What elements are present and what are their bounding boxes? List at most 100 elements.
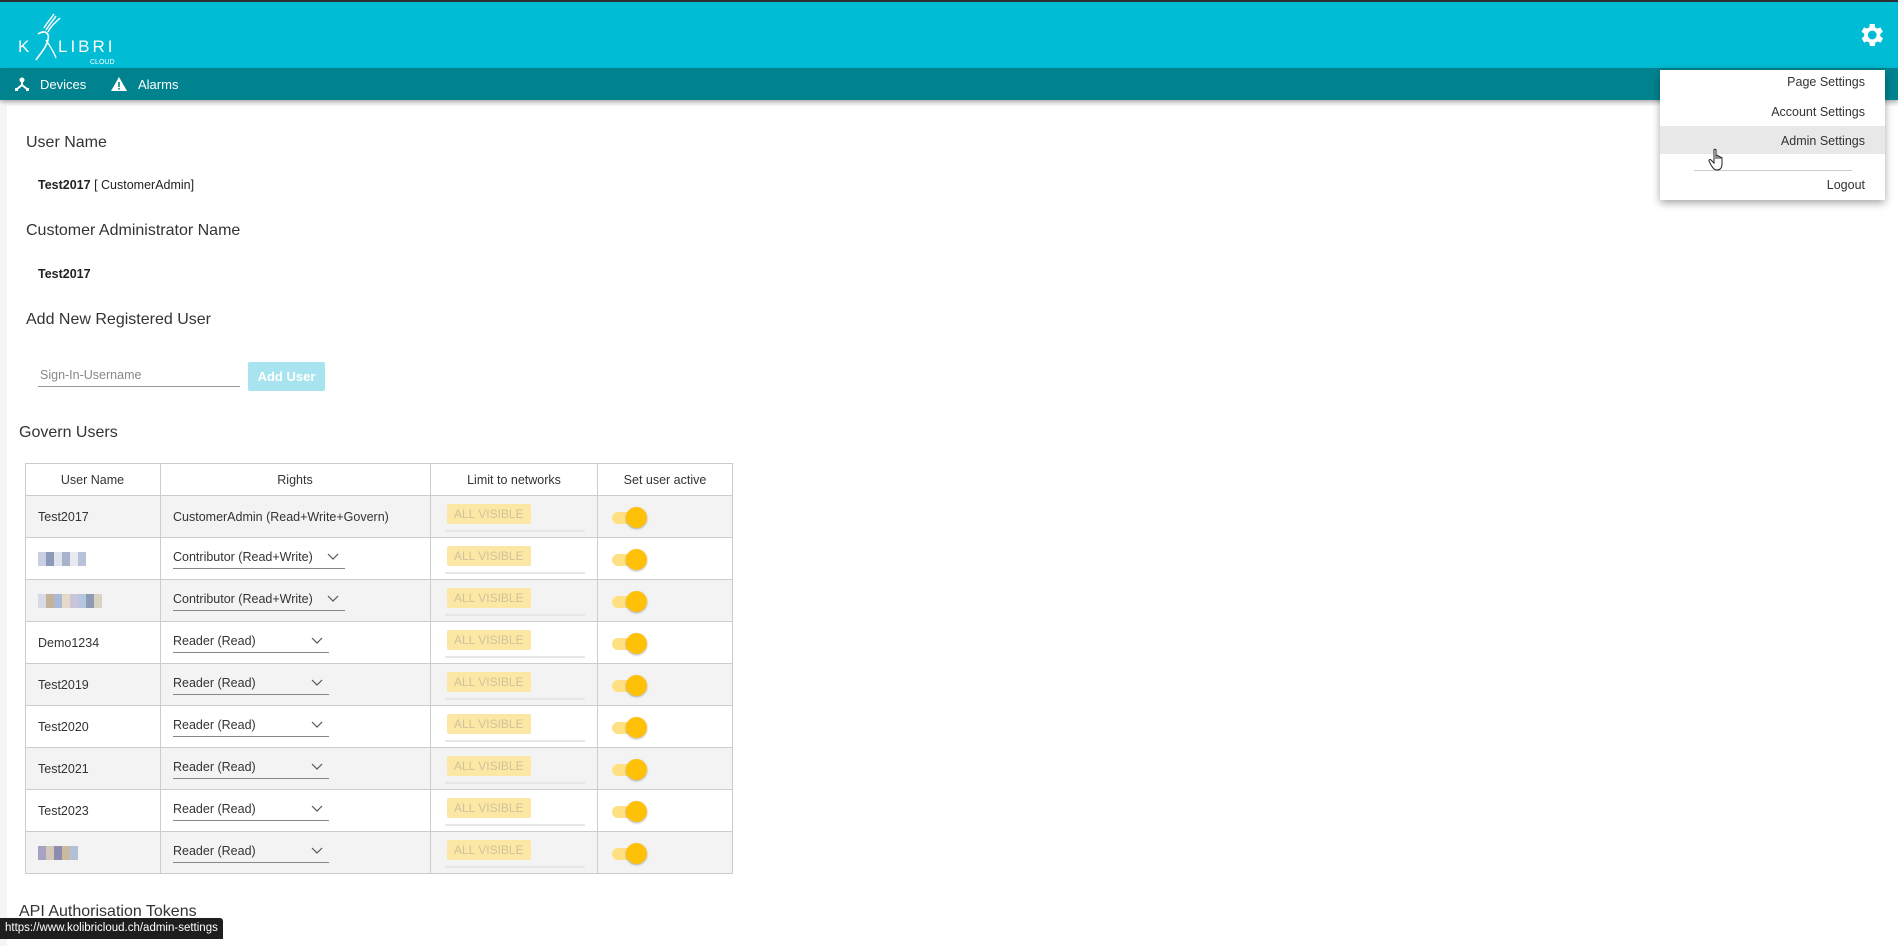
user-name-text: Test2023: [38, 803, 89, 818]
networks-chip-input[interactable]: ALL VISIBLE: [445, 586, 585, 616]
rights-select[interactable]: Reader (Read): [173, 758, 329, 779]
rights-select[interactable]: Reader (Read): [173, 800, 329, 821]
rights-select-value: Reader (Read): [173, 634, 256, 648]
rights-select-value: Contributor (Read+Write): [173, 550, 313, 564]
column-header-limit-networks: Limit to networks: [430, 463, 598, 496]
customer-admin-value: Test2017: [38, 267, 91, 281]
all-visible-chip: ALL VISIBLE: [447, 797, 531, 818]
networks-chip-input[interactable]: ALL VISIBLE: [445, 838, 585, 868]
current-user-value: Test2017 [ CustomerAdmin]: [38, 178, 194, 192]
user-name-cell: [25, 537, 161, 580]
rights-cell: Reader (Read): [160, 789, 431, 832]
user-name-text: Test2017: [38, 509, 89, 524]
add-user-button[interactable]: Add User: [248, 362, 325, 391]
table-row: Demo1234 Reader (Read) ALL VISIBLE: [25, 621, 733, 664]
chevron-down-icon: [311, 679, 323, 686]
active-cell: [597, 621, 733, 664]
top-header: K LIBRI CLOUD: [0, 0, 1898, 68]
rights-cell: Reader (Read): [160, 663, 431, 706]
nav-devices[interactable]: Devices: [14, 68, 86, 100]
networks-chip-input[interactable]: ALL VISIBLE: [445, 544, 585, 574]
active-cell: [597, 831, 733, 874]
user-active-toggle[interactable]: [612, 590, 647, 612]
all-visible-chip: ALL VISIBLE: [447, 755, 531, 776]
svg-text:CLOUD: CLOUD: [90, 59, 115, 66]
user-active-toggle[interactable]: [612, 506, 647, 528]
table-row: Test2020 Reader (Read) ALL VISIBLE: [25, 705, 733, 748]
user-name-text: Test2020: [38, 719, 89, 734]
warning-icon: [111, 77, 127, 91]
all-visible-chip: ALL VISIBLE: [447, 629, 531, 650]
toggle-knob: [626, 548, 647, 570]
menu-item-page-settings[interactable]: Page Settings: [1787, 75, 1865, 89]
toggle-knob: [626, 506, 647, 528]
networks-chip-input[interactable]: ALL VISIBLE: [445, 754, 585, 784]
networks-chip-input[interactable]: ALL VISIBLE: [445, 670, 585, 700]
rights-select-value: Reader (Read): [173, 718, 256, 732]
nav-alarms[interactable]: Alarms: [110, 68, 178, 100]
customer-admin-heading: Customer Administrator Name: [26, 222, 241, 239]
blurred-user-name: [38, 845, 78, 860]
rights-select[interactable]: Reader (Read): [173, 674, 329, 695]
networks-cell: ALL VISIBLE: [430, 495, 598, 538]
user-active-toggle[interactable]: [612, 716, 647, 738]
user-name-cell: [25, 831, 161, 874]
user-name-cell: Test2020: [25, 705, 161, 748]
table-row: Test2019 Reader (Read) ALL VISIBLE: [25, 663, 733, 706]
menu-item-logout[interactable]: Logout: [1827, 178, 1865, 192]
networks-chip-input[interactable]: ALL VISIBLE: [445, 796, 585, 826]
user-active-toggle[interactable]: [612, 758, 647, 780]
toggle-knob: [626, 716, 647, 738]
blurred-user-name: [38, 551, 86, 566]
column-header-user-name: User Name: [25, 463, 161, 496]
chevron-down-icon: [311, 763, 323, 770]
toggle-knob: [626, 758, 647, 780]
active-cell: [597, 789, 733, 832]
networks-chip-input[interactable]: ALL VISIBLE: [445, 628, 585, 658]
rights-select[interactable]: Reader (Read): [173, 716, 329, 737]
table-row: Test2023 Reader (Read) ALL VISIBLE: [25, 789, 733, 832]
rights-select[interactable]: Contributor (Read+Write): [173, 548, 345, 569]
rights-select-value: Reader (Read): [173, 802, 256, 816]
user-active-toggle[interactable]: [612, 674, 647, 696]
networks-cell: ALL VISIBLE: [430, 831, 598, 874]
rights-select[interactable]: Reader (Read): [173, 842, 329, 863]
rights-cell: Reader (Read): [160, 747, 431, 790]
network-icon: [15, 77, 29, 91]
table-row: Reader (Read) ALL VISIBLE: [25, 831, 733, 874]
kolibri-logo[interactable]: K LIBRI CLOUD: [16, 10, 126, 66]
settings-menu: Page Settings Account Settings Admin Set…: [1660, 70, 1885, 200]
networks-cell: ALL VISIBLE: [430, 579, 598, 622]
user-active-toggle[interactable]: [612, 548, 647, 570]
user-active-toggle[interactable]: [612, 632, 647, 654]
table-row: Contributor (Read+Write) ALL VISIBLE: [25, 579, 733, 622]
govern-users-table: User Name Rights Limit to networks Set u…: [25, 463, 733, 874]
sign-in-username-input[interactable]: [38, 366, 244, 384]
nav-devices-label: Devices: [40, 76, 87, 92]
toggle-knob: [626, 632, 647, 654]
user-name-text: Test2019: [38, 677, 89, 692]
networks-chip-input[interactable]: ALL VISIBLE: [445, 502, 585, 532]
table-row: Contributor (Read+Write) ALL VISIBLE: [25, 537, 733, 580]
active-cell: [597, 495, 733, 538]
menu-item-account-settings[interactable]: Account Settings: [1771, 105, 1865, 119]
networks-chip-input[interactable]: ALL VISIBLE: [445, 712, 585, 742]
active-cell: [597, 705, 733, 748]
all-visible-chip: ALL VISIBLE: [447, 503, 531, 524]
rights-select[interactable]: Contributor (Read+Write): [173, 590, 345, 611]
active-cell: [597, 537, 733, 580]
chevron-down-icon: [327, 595, 339, 602]
chevron-down-icon: [327, 553, 339, 560]
rights-cell: Contributor (Read+Write): [160, 537, 431, 580]
gear-icon[interactable]: [1856, 20, 1886, 50]
user-active-toggle[interactable]: [612, 800, 647, 822]
sign-in-username-field[interactable]: [38, 366, 244, 387]
rights-select[interactable]: Reader (Read): [173, 632, 329, 653]
menu-item-admin-settings[interactable]: Admin Settings: [1781, 134, 1865, 148]
user-name-cell: Test2023: [25, 789, 161, 832]
user-active-toggle[interactable]: [612, 842, 647, 864]
toggle-knob: [626, 800, 647, 822]
networks-cell: ALL VISIBLE: [430, 747, 598, 790]
chevron-down-icon: [311, 721, 323, 728]
networks-cell: ALL VISIBLE: [430, 537, 598, 580]
